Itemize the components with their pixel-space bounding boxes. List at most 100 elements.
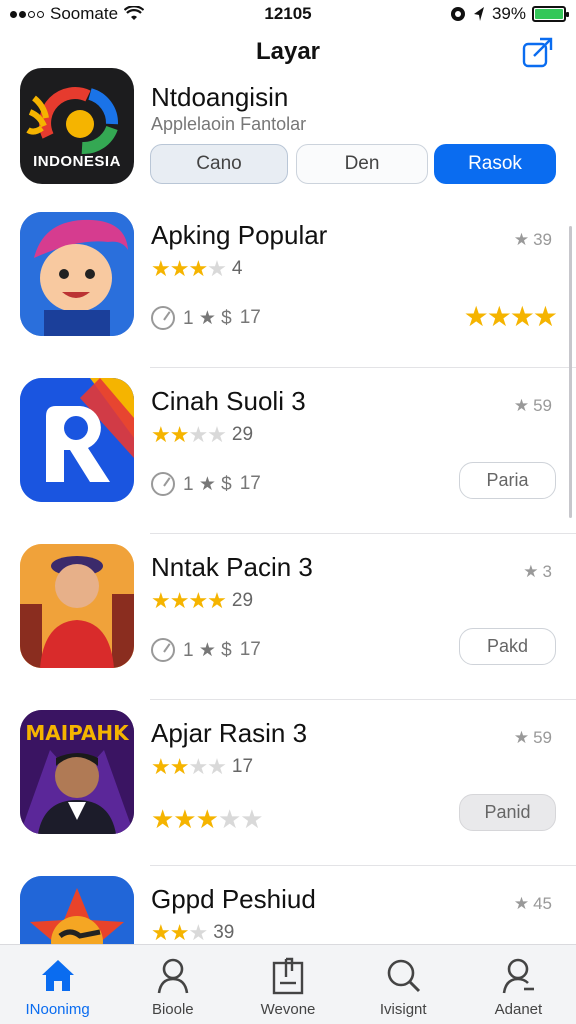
battery-percent: 39% (491, 4, 526, 23)
app-rating: ★ 59 (514, 396, 552, 416)
location-arrow-icon (473, 7, 484, 21)
app-rating-text: 45 (533, 894, 552, 913)
tab-saved[interactable]: Wevone (230, 945, 345, 1024)
share-icon[interactable] (520, 34, 556, 70)
star-rating-icon: ★★★★ (151, 588, 227, 613)
app-stars-text: 4 (231, 258, 243, 279)
star-rating-icon: ★★★★★ (151, 804, 264, 834)
featured-icon-label: INDONESIA (33, 153, 121, 170)
app-icon[interactable]: MAIPAHK (20, 710, 134, 834)
app-title: Apking Popular (151, 220, 328, 250)
app-rating-text: 39 (533, 230, 552, 249)
app-stars: ★★★ 39 (151, 920, 234, 946)
list-item[interactable]: Apking Popular ★★★★ 4 1 ★ $ 17 ★ 39 ★★★★ (0, 202, 576, 368)
wifi-icon (124, 6, 145, 20)
app-icon[interactable] (20, 544, 134, 668)
app-title: Apjar Rasin 3 (151, 718, 308, 748)
featured-app: INDONESIA Ntdoangisin Applelaoin Fantola… (20, 68, 560, 188)
cartoon-face-icon (20, 212, 134, 336)
segment-den[interactable]: Den (296, 144, 428, 184)
big-star-rating-icon: ★★★★ (463, 301, 558, 332)
app-meta-count: 17 (239, 307, 261, 328)
status-right: 39% (450, 4, 569, 24)
battery-icon (532, 6, 569, 22)
clock-icon (151, 306, 175, 330)
app-rating: ★ 39 (514, 230, 552, 250)
featured-subtitle: Applelaoin Fantolar (151, 114, 307, 134)
search-icon (387, 959, 421, 993)
star-icon: ★ (513, 230, 530, 249)
clock-icon (151, 472, 175, 496)
lock-rotation-icon (450, 7, 465, 21)
tab-home[interactable]: INoonimg (0, 945, 115, 1024)
boy-character-icon (20, 544, 134, 668)
status-bar: Soomate 12105 39% (0, 0, 576, 28)
meta-glyphs: 1 ★ $ (183, 473, 232, 495)
letter-r-logo-icon (20, 378, 134, 502)
segment-cano[interactable]: Cano (150, 144, 288, 184)
featured-app-icon[interactable]: INDONESIA (20, 68, 134, 184)
icon-art-text: MAIPAHK (25, 721, 130, 745)
app-stars-text: 29 (231, 424, 254, 445)
segment-rasok[interactable]: Rasok (434, 144, 556, 184)
list-item[interactable]: Cinah Suoli 3 ★★★★ 29 1 ★ $ 17 ★ 59 Paria (0, 368, 576, 534)
app-meta: 1 ★ $ 17 (151, 638, 261, 662)
app-rating-text: 59 (533, 396, 552, 415)
app-stars-text: 29 (231, 590, 254, 611)
app-meta: ★★★★★ (151, 804, 264, 835)
home-icon (41, 960, 74, 991)
featured-title: Ntdoangisin (151, 82, 289, 112)
app-stars: ★★★★ 4 (151, 256, 242, 282)
app-title: Gppd Peshiud (151, 884, 316, 914)
list-item[interactable]: Nntak Pacin 3 ★★★★ 29 1 ★ $ 17 ★ 3 Pakd (0, 534, 576, 700)
app-stars-text: 17 (231, 756, 254, 777)
status-left: Soomate (10, 4, 145, 24)
tab-bar: INoonimg Bioole Wevone Ivisignt Adanet (0, 944, 576, 1024)
star-icon: ★ (513, 728, 530, 747)
star-icon: ★ (513, 396, 530, 415)
list-item[interactable]: MAIPAHK Apjar Rasin 3 ★★★★ 17 ★★★★★ ★ 59 … (0, 700, 576, 866)
app-icon[interactable] (20, 378, 134, 502)
account-icon (503, 958, 535, 994)
star-rating-icon: ★★★★ (151, 754, 227, 779)
app-rating: ★ 59 (514, 728, 552, 748)
app-meta-count: 17 (239, 473, 261, 494)
app-stars: ★★★★ 29 (151, 422, 253, 448)
app-title: Nntak Pacin 3 (151, 552, 313, 582)
get-button[interactable]: Paria (459, 462, 556, 499)
get-button[interactable]: Pakd (459, 628, 556, 665)
app-meta-count: 17 (239, 639, 261, 660)
app-stars: ★★★★ 17 (151, 754, 253, 780)
clock-icon (151, 638, 175, 662)
signal-icon (10, 10, 44, 18)
scrollbar[interactable] (569, 226, 572, 518)
star-rating-icon: ★★★★ (151, 422, 227, 447)
tab-label: INoonimg (25, 1001, 90, 1018)
app-title: Cinah Suoli 3 (151, 386, 306, 416)
app-stars-text: 39 (213, 922, 235, 943)
star-rating-icon: ★★★★ (151, 256, 227, 281)
star-rating-icon: ★★★ (151, 920, 208, 945)
tab-profile[interactable]: Bioole (115, 945, 230, 1024)
app-meta: 1 ★ $ 17 (151, 306, 261, 330)
tab-search[interactable]: Ivisignt (346, 945, 461, 1024)
app-rating-text: 3 (542, 562, 552, 581)
get-button[interactable]: Panid (459, 794, 556, 831)
page-title: Layar (255, 38, 321, 65)
app-rating: ★ 45 (514, 894, 552, 914)
star-icon: ★ (513, 894, 530, 913)
app-rating-text: 59 (533, 728, 552, 747)
app-meta: 1 ★ $ 17 (151, 472, 261, 496)
tab-account[interactable]: Adanet (461, 945, 576, 1024)
person-icon (157, 958, 189, 994)
app-stars: ★★★★ 29 (151, 588, 253, 614)
tab-label: Ivisignt (379, 1001, 427, 1018)
meta-glyphs: 1 ★ $ (183, 307, 232, 329)
meta-glyphs: 1 ★ $ (183, 639, 232, 661)
app-rating: ★ 3 (523, 562, 552, 582)
app-icon[interactable] (20, 212, 134, 336)
star-icon: ★ (523, 562, 539, 581)
bookmark-icon (272, 957, 304, 995)
carrier-name: Soomate (50, 4, 119, 23)
tab-label: Wevone (260, 1001, 316, 1018)
